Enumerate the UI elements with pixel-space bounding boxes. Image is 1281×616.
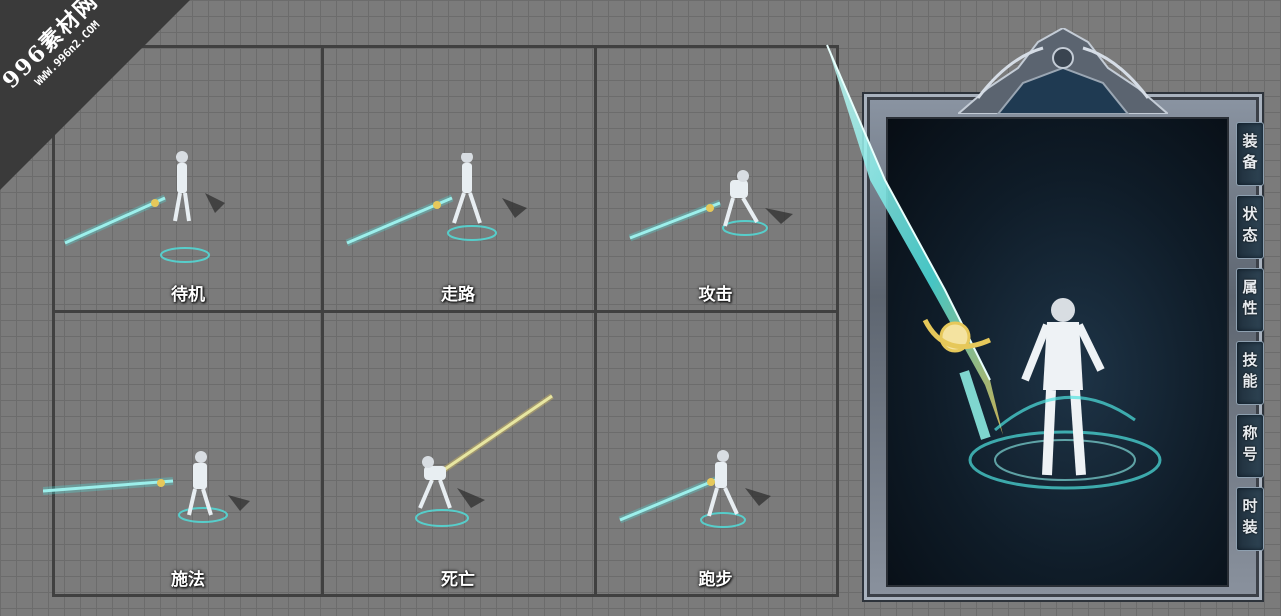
action-label-idle: 待机 [171,285,205,305]
tab-fashion[interactable]: 时装 [1236,487,1264,551]
action-cell-cast[interactable]: 施法 [43,313,321,596]
character-sprite-death [415,393,554,527]
character-preview [886,117,1229,587]
tab-label: 称号 [1240,425,1259,467]
tab-status[interactable]: 状态 [1236,195,1264,259]
character-sprite-run [618,450,771,528]
action-label-run: 跑步 [698,570,733,590]
action-cell-death[interactable]: 死亡 [322,313,594,596]
action-cell-walk[interactable]: 走路 [322,48,594,310]
character-sprite-attack [628,170,793,242]
tab-equipment[interactable]: 装备 [1236,122,1264,186]
action-cell-run[interactable]: 跑步 [595,313,836,596]
panel-crest-ornament [958,28,1168,114]
action-label-walk: 走路 [441,285,475,305]
action-label-death: 死亡 [441,570,475,590]
action-label-cast: 施法 [171,570,205,590]
equipment-tabs: 装备 状态 属性 技能 称号 时装 [1236,122,1266,560]
character-sprite-walk [345,153,527,247]
action-cell-attack[interactable]: 攻击 [595,48,836,310]
tab-label: 装备 [1240,133,1259,175]
tab-label: 状态 [1240,206,1259,248]
action-label-attack: 攻击 [698,285,733,305]
tab-label: 属性 [1240,279,1259,321]
tab-skills[interactable]: 技能 [1236,341,1264,405]
tab-label: 技能 [1240,352,1259,394]
tab-titles[interactable]: 称号 [1236,414,1264,478]
character-sprite-cast [43,451,250,523]
tab-label: 时装 [1240,498,1259,540]
tab-attributes[interactable]: 属性 [1236,268,1264,332]
